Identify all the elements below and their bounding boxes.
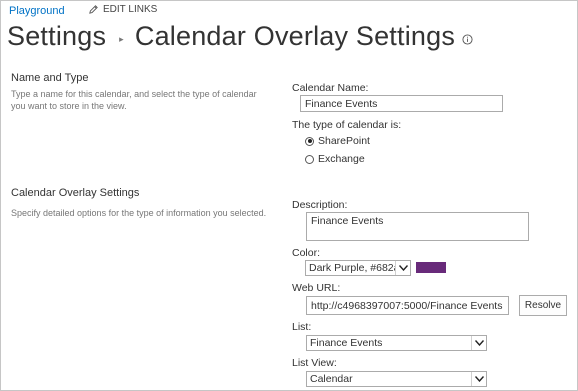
calendar-type-label: The type of calendar is: <box>292 119 402 131</box>
breadcrumb-site-link[interactable]: Playground <box>9 5 65 17</box>
list-view-select-value: Calendar <box>310 373 353 385</box>
calendar-name-input[interactable]: Finance Events <box>300 95 503 112</box>
resolve-button[interactable]: Resolve <box>519 295 567 316</box>
breadcrumb-separator-icon: ▸ <box>119 33 124 44</box>
info-icon[interactable] <box>462 33 473 45</box>
section-desc-name-type: Type a name for this calendar, and selec… <box>11 89 257 111</box>
section-title-name-type: Name and Type <box>11 72 89 84</box>
radio-exchange-circle[interactable] <box>305 154 314 164</box>
color-select[interactable]: Dark Purple, #682a7a <box>305 260 411 276</box>
radio-exchange[interactable]: Exchange <box>305 153 365 165</box>
calendar-name-label: Calendar Name: <box>292 82 369 94</box>
list-label: List: <box>292 321 312 333</box>
color-swatch <box>416 262 446 273</box>
radio-sharepoint-label: SharePoint <box>318 135 370 147</box>
edit-links-button[interactable]: EDIT LINKS <box>88 4 157 15</box>
pencil-icon <box>89 5 98 14</box>
edit-links-label: EDIT LINKS <box>103 4 158 15</box>
radio-exchange-label: Exchange <box>318 153 365 165</box>
list-select-value: Finance Events <box>310 337 383 349</box>
chevron-down-icon[interactable] <box>395 261 410 275</box>
radio-sharepoint-circle[interactable] <box>305 136 314 146</box>
page-title: Settings ▸ Calendar Overlay Settings <box>7 18 473 54</box>
chevron-down-icon[interactable] <box>471 336 486 350</box>
color-select-value: Dark Purple, #682a7a <box>309 262 395 274</box>
title-current: Calendar Overlay Settings <box>134 20 456 51</box>
web-url-label: Web URL: <box>292 282 341 294</box>
color-label: Color: <box>292 247 321 259</box>
section-desc-overlay: Specify detailed options for the type of… <box>11 208 267 218</box>
section-title-overlay: Calendar Overlay Settings <box>11 187 140 199</box>
description-textarea[interactable]: Finance Events <box>306 212 529 241</box>
list-view-select[interactable]: Calendar <box>306 371 487 387</box>
list-select[interactable]: Finance Events <box>306 335 487 351</box>
web-url-input[interactable]: http://c4968397007:5000/Finance Events <box>306 296 509 315</box>
description-label: Description: <box>292 199 348 211</box>
chevron-down-icon[interactable] <box>471 372 486 386</box>
title-parent-link[interactable]: Settings <box>7 21 106 52</box>
list-view-label: List View: <box>292 357 337 369</box>
radio-sharepoint[interactable]: SharePoint <box>305 135 370 147</box>
